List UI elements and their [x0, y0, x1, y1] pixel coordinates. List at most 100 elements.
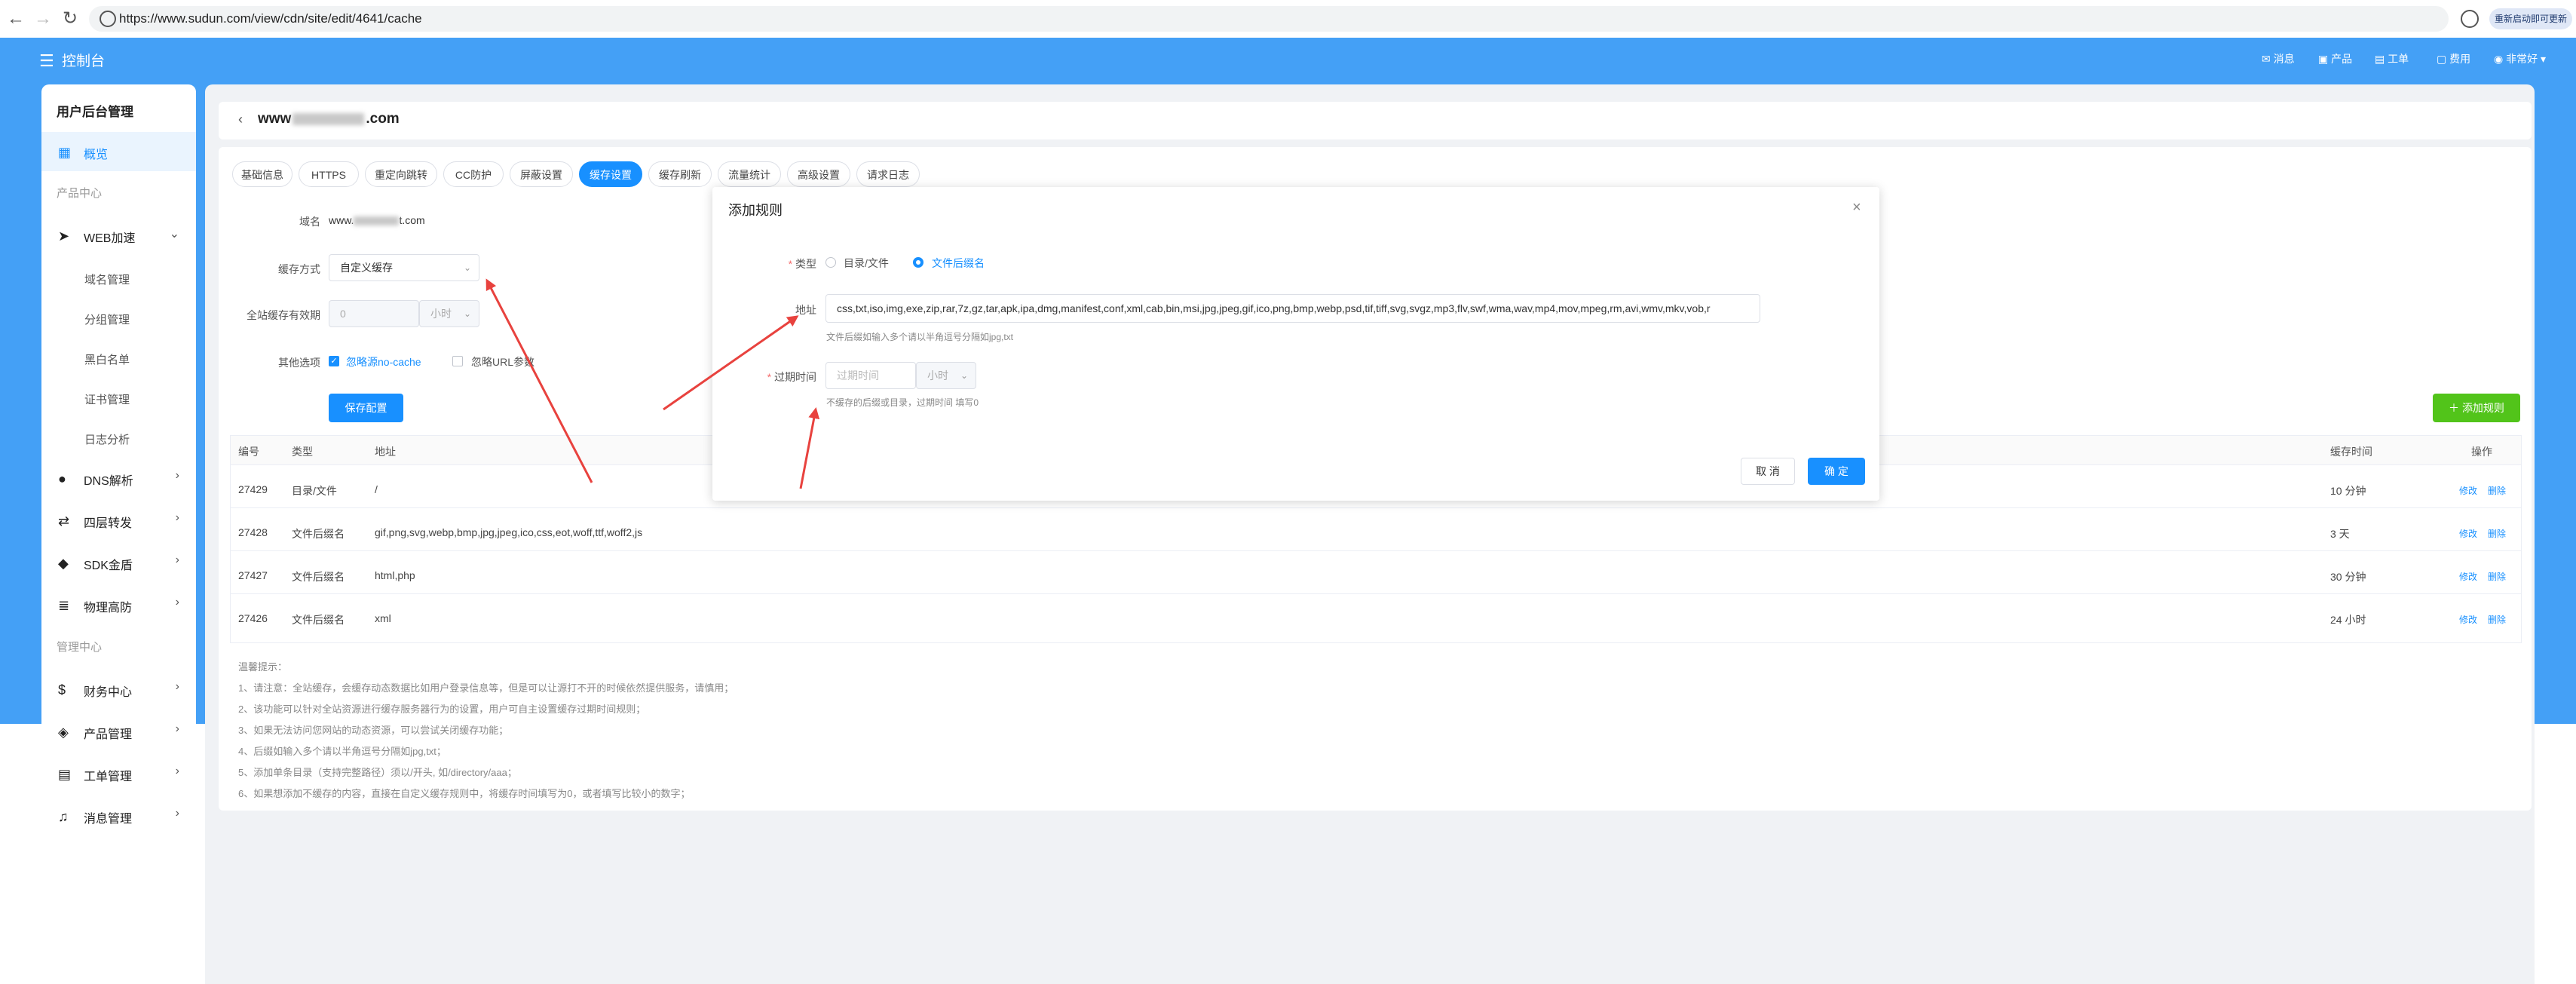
- sidebar-item-physical[interactable]: ≣ 物理高防 ›: [41, 585, 196, 624]
- header-tickets[interactable]: ▤ 工单: [2375, 51, 2409, 66]
- address-hint: 文件后缀如输入多个请以半角逗号分隔如jpg,txt: [826, 332, 1014, 342]
- paper-plane-icon: ➤: [58, 228, 70, 244]
- col-actions-header: 操作: [2471, 446, 2492, 458]
- cache-mode-select[interactable]: 自定义缓存 ⌄: [329, 254, 479, 281]
- edit-link[interactable]: 修改: [2459, 570, 2477, 583]
- header-billing[interactable]: ▢ 费用: [2437, 51, 2470, 66]
- chevron-right-icon: ›: [175, 765, 179, 777]
- sidebar-item-log-analysis[interactable]: 日志分析: [84, 431, 130, 447]
- shield-icon: ◆: [58, 556, 69, 571]
- caret-down-icon: ▾: [2538, 53, 2547, 65]
- profile-icon[interactable]: [2461, 10, 2479, 28]
- sidebar-item-domain-management[interactable]: 域名管理: [84, 271, 130, 287]
- add-rule-dialog: [712, 187, 1879, 501]
- address-bar[interactable]: [89, 6, 2449, 32]
- menu-icon[interactable]: ☰: [39, 51, 54, 71]
- tip-line: 6、如果想添加不缓存的内容，直接在自定义缓存规则中，将缓存时间填写为0，或者填写…: [238, 788, 691, 799]
- save-config-button[interactable]: 保存配置: [329, 394, 403, 422]
- header-products[interactable]: ▣ 产品: [2318, 51, 2352, 66]
- row-id: 27427: [238, 569, 268, 581]
- restart-update-button[interactable]: 重新启动即可更新: [2489, 8, 2572, 29]
- delete-link[interactable]: 删除: [2488, 570, 2506, 583]
- edit-link[interactable]: 修改: [2459, 527, 2477, 540]
- type-radio-suffix[interactable]: [913, 257, 924, 268]
- ignore-url-params-label[interactable]: 忽略URL参数: [471, 354, 534, 369]
- row-address: xml: [375, 612, 391, 624]
- user-icon: ◉: [2494, 53, 2507, 65]
- row-address: /: [375, 483, 378, 495]
- row-cache-time: 24 小时: [2330, 614, 2366, 626]
- sidebar-item-sdk[interactable]: ◆ SDK金盾 ›: [41, 543, 196, 582]
- close-icon[interactable]: ×: [1852, 199, 1861, 216]
- site-ttl-unit-select[interactable]: 小时 ⌄: [419, 300, 479, 327]
- col-cache-time-header: 缓存时间: [2330, 446, 2372, 458]
- sidebar-item-layer4[interactable]: ⇄ 四层转发 ›: [41, 501, 196, 540]
- tab-advanced-settings[interactable]: 高级设置: [787, 161, 850, 187]
- ignore-no-cache-checkbox[interactable]: ✓: [329, 356, 339, 366]
- row-cache-time: 10 分钟: [2330, 485, 2366, 497]
- add-rule-button[interactable]: ＋ 添加规则: [2433, 394, 2520, 422]
- chevron-down-icon: ⌄: [960, 370, 968, 381]
- expire-hint: 不缓存的后缀或目录，过期时间 填写0: [826, 397, 979, 408]
- back-chevron-icon[interactable]: ‹: [238, 112, 243, 127]
- row-id: 27426: [238, 612, 268, 624]
- sidebar-item-ticket-management[interactable]: ▤ 工单管理 ›: [41, 754, 196, 793]
- delete-link[interactable]: 删除: [2488, 484, 2506, 497]
- reload-icon[interactable]: ↻: [59, 8, 81, 30]
- sidebar-item-web-acceleration[interactable]: ➤ WEB加速 ⌄: [41, 216, 196, 255]
- sidebar-item-message-management[interactable]: ♫ 消息管理 ›: [41, 796, 196, 835]
- divider: [231, 507, 2521, 508]
- site-info-icon[interactable]: [100, 11, 116, 27]
- domain-label: 域名: [299, 216, 320, 228]
- tab-traffic-stats[interactable]: 流量统计: [718, 161, 781, 187]
- sidebar-item-product-management[interactable]: ◈ 产品管理 ›: [41, 712, 196, 751]
- cancel-button[interactable]: 取 消: [1741, 458, 1795, 485]
- tab-cache-refresh[interactable]: 缓存刷新: [648, 161, 712, 187]
- site-ttl-input[interactable]: 0: [329, 300, 419, 327]
- chevron-right-icon: ›: [175, 553, 179, 566]
- expire-input[interactable]: 过期时间: [825, 362, 916, 389]
- tab-https[interactable]: HTTPS: [299, 161, 359, 187]
- edit-link[interactable]: 修改: [2459, 484, 2477, 497]
- type-option-suffix-label[interactable]: 文件后缀名: [932, 256, 985, 271]
- confirm-button[interactable]: 确 定: [1808, 458, 1865, 485]
- forward-icon: ⇄: [58, 513, 70, 529]
- tip-line: 5、添加单条目录（支持完整路径）须以/开头, 如/directory/aaa；: [238, 767, 517, 778]
- sidebar-title: 用户后台管理: [57, 105, 133, 119]
- site-ttl-label: 全站缓存有效期: [247, 309, 320, 321]
- sidebar-item-blacklist[interactable]: 黑白名单: [84, 351, 130, 367]
- row-id: 27428: [238, 526, 268, 538]
- tab-cc-protection[interactable]: CC防护: [443, 161, 504, 187]
- ignore-no-cache-label[interactable]: 忽略源no-cache: [346, 354, 421, 369]
- ticket-icon: ▤: [2375, 53, 2388, 65]
- url-text[interactable]: https://www.sudun.com/view/cdn/site/edit…: [119, 9, 422, 29]
- sidebar-item-overview[interactable]: ▦ 概览: [41, 132, 196, 171]
- sidebar-item-finance[interactable]: $ 财务中心 ›: [41, 670, 196, 709]
- row-address: html,php: [375, 569, 415, 581]
- sidebar-group-products: 产品中心: [57, 187, 103, 200]
- forward-arrow-icon[interactable]: →: [32, 8, 54, 30]
- tab-block-settings[interactable]: 屏蔽设置: [510, 161, 573, 187]
- tab-redirect[interactable]: 重定向跳转: [365, 161, 437, 187]
- address-input[interactable]: css,txt,iso,img,exe,zip,rar,7z,gz,tar,ap…: [825, 294, 1760, 323]
- delete-link[interactable]: 删除: [2488, 613, 2506, 626]
- delete-link[interactable]: 删除: [2488, 527, 2506, 540]
- header-user[interactable]: ◉ 非常好 ▾: [2494, 51, 2546, 66]
- sidebar-item-certificates[interactable]: 证书管理: [84, 391, 130, 407]
- tab-basic-info[interactable]: 基础信息: [232, 161, 293, 187]
- sidebar-item-group-management[interactable]: 分组管理: [84, 311, 130, 327]
- type-option-directory-label[interactable]: 目录/文件: [844, 256, 889, 271]
- edit-link[interactable]: 修改: [2459, 613, 2477, 626]
- back-arrow-icon[interactable]: ←: [5, 8, 27, 30]
- expire-unit-select[interactable]: 小时 ⌄: [916, 362, 976, 389]
- ignore-url-params-checkbox[interactable]: [452, 356, 463, 366]
- tips-title: 温馨提示：: [238, 661, 288, 673]
- cubes-icon: ◈: [58, 725, 69, 740]
- tab-request-logs[interactable]: 请求日志: [856, 161, 920, 187]
- type-radio-directory[interactable]: [825, 257, 836, 268]
- sidebar-item-dns[interactable]: ● DNS解析 ›: [41, 458, 196, 498]
- chevron-down-icon: ⌄: [169, 228, 179, 241]
- header-messages[interactable]: ✉ 消息: [2262, 51, 2295, 66]
- chevron-right-icon: ›: [175, 511, 179, 524]
- tab-cache-settings[interactable]: 缓存设置: [579, 161, 642, 187]
